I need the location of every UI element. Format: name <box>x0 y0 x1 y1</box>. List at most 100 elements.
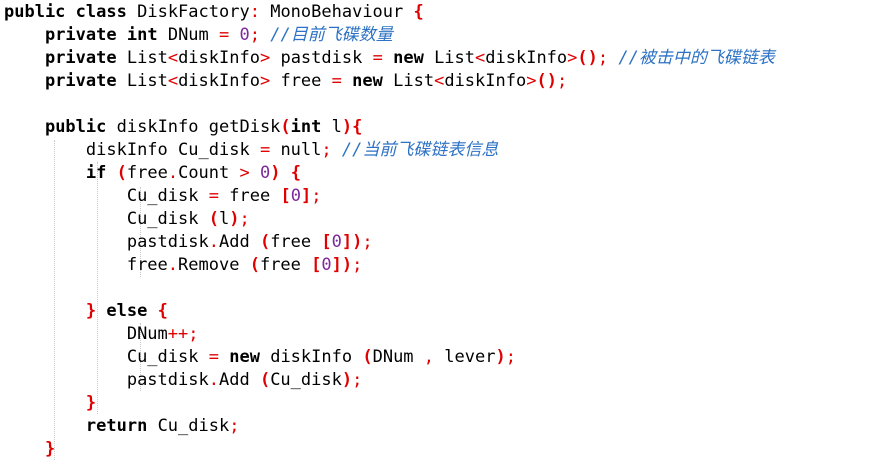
operator-token: = <box>259 140 271 160</box>
code-editor[interactable]: public class DiskFactory: MonoBehaviour … <box>0 0 885 470</box>
operator-token: . <box>208 370 219 390</box>
comment-token: //被击中的飞碟链表 <box>618 48 775 68</box>
code-line-9: Cu_disk = free [0]; <box>4 185 322 208</box>
code-line-3: private List<diskInfo> pastdisk = new Li… <box>4 47 775 70</box>
identifier-token: free <box>229 186 271 206</box>
comment-token: //当前飞碟链表信息 <box>341 140 499 160</box>
paren-token: ) <box>495 347 506 367</box>
paren-token: ) <box>352 232 363 252</box>
identifier-token: DNum <box>372 347 414 367</box>
operator-token: = <box>372 48 383 68</box>
number-token: 0 <box>331 232 342 252</box>
paren-token: ( <box>249 255 260 275</box>
identifier-token: lever <box>444 347 496 367</box>
keyword-token: private <box>44 71 117 91</box>
paren-token: ( <box>362 347 373 367</box>
code-line-18: } <box>4 392 96 415</box>
operator-token: , <box>423 347 435 367</box>
operator-token: > <box>239 163 250 183</box>
method-name-token: getDisk <box>208 117 281 137</box>
paren-token: ( <box>280 117 291 137</box>
literal-token: null <box>280 140 322 160</box>
operator-token: . <box>167 163 179 183</box>
operator-token: < <box>167 48 179 68</box>
operator-token: ; <box>321 140 332 160</box>
code-line-1: public class DiskFactory: MonoBehaviour … <box>4 1 424 24</box>
operator-token: : <box>249 2 260 22</box>
operator-token: ; <box>505 347 516 367</box>
type-token: diskInfo <box>485 48 568 68</box>
identifier-token: Cu_disk <box>126 209 199 229</box>
keyword-token: private <box>44 48 117 68</box>
type-token: diskInfo <box>116 117 199 137</box>
code-line-14: } else { <box>4 300 168 323</box>
type-token: List <box>434 48 476 68</box>
bracket-token: ] <box>341 232 353 252</box>
operator-token: > <box>259 48 271 68</box>
operator-token: ; <box>352 370 363 390</box>
paren-token: ) <box>341 255 353 275</box>
operator-token: ; <box>311 186 322 206</box>
identifier-token: Cu_disk <box>157 416 230 436</box>
method-name-token: Remove <box>178 255 240 275</box>
type-token: List <box>393 71 435 91</box>
number-token: 0 <box>260 163 271 183</box>
keyword-token: return <box>85 416 148 436</box>
code-line-4: private List<diskInfo> free = new List<d… <box>4 70 567 93</box>
bracket-token: [ <box>321 232 332 252</box>
operator-token: ; <box>229 416 240 436</box>
paren-token: () <box>577 48 598 68</box>
operator-token: ; <box>556 71 568 91</box>
operator-token: > <box>567 48 578 68</box>
keyword-token: else <box>106 301 148 321</box>
paren-token: ( <box>259 232 271 252</box>
type-token: diskInfo <box>444 71 527 91</box>
brace-token: { <box>352 117 363 137</box>
type-token: diskInfo <box>270 347 353 367</box>
identifier-token: Cu_disk <box>178 140 250 160</box>
code-line-10: Cu_disk (l); <box>4 208 250 231</box>
keyword-token: if <box>85 163 107 183</box>
identifier-token: pastdisk <box>126 370 209 390</box>
operator-token: = <box>208 347 219 367</box>
code-line-15: DNum++; <box>4 323 199 346</box>
operator-token: < <box>167 71 179 91</box>
operator-token: . <box>208 232 219 252</box>
code-line-20: } <box>4 438 55 461</box>
identifier-token: DNum <box>167 25 209 45</box>
type-token: List <box>126 48 168 68</box>
bracket-token: [ <box>311 255 322 275</box>
identifier-token: Cu_disk <box>270 370 342 390</box>
identifier-token: free <box>270 232 312 252</box>
paren-token: () <box>536 71 557 91</box>
identifier-token: l <box>331 117 342 137</box>
operator-token: > <box>259 71 271 91</box>
number-token: 0 <box>290 186 301 206</box>
identifier-token: pastdisk <box>126 232 209 252</box>
identifier-token: free <box>280 71 322 91</box>
code-line-6: public diskInfo getDisk(int l){ <box>4 116 362 139</box>
type-token: List <box>126 71 168 91</box>
operator-token: . <box>167 255 179 275</box>
code-line-19: return Cu_disk; <box>4 415 240 438</box>
keyword-token: new <box>352 71 383 91</box>
bracket-token: ] <box>331 255 342 275</box>
code-line-16: Cu_disk = new diskInfo (DNum , lever); <box>4 346 516 369</box>
keyword-token: new <box>393 48 424 68</box>
brace-token: { <box>290 163 302 183</box>
code-line-17: pastdisk.Add (Cu_disk); <box>4 369 363 392</box>
brace-token: { <box>157 301 168 321</box>
operator-token: ++ <box>167 324 189 344</box>
brace-token: } <box>44 439 56 459</box>
paren-token: ) <box>229 209 240 229</box>
code-line-2: private int DNum = 0; //目前飞碟数量 <box>4 24 393 47</box>
paren-token: ( <box>259 370 271 390</box>
type-token: diskInfo <box>178 71 260 91</box>
keyword-token: public <box>44 117 107 137</box>
operator-token: ; <box>249 25 261 45</box>
paren-token: ) <box>270 163 281 183</box>
operator-token: = <box>331 71 342 91</box>
code-line-11: pastdisk.Add (free [0]); <box>4 231 373 254</box>
operator-token: ; <box>352 255 363 275</box>
keyword-token: int <box>290 117 322 137</box>
